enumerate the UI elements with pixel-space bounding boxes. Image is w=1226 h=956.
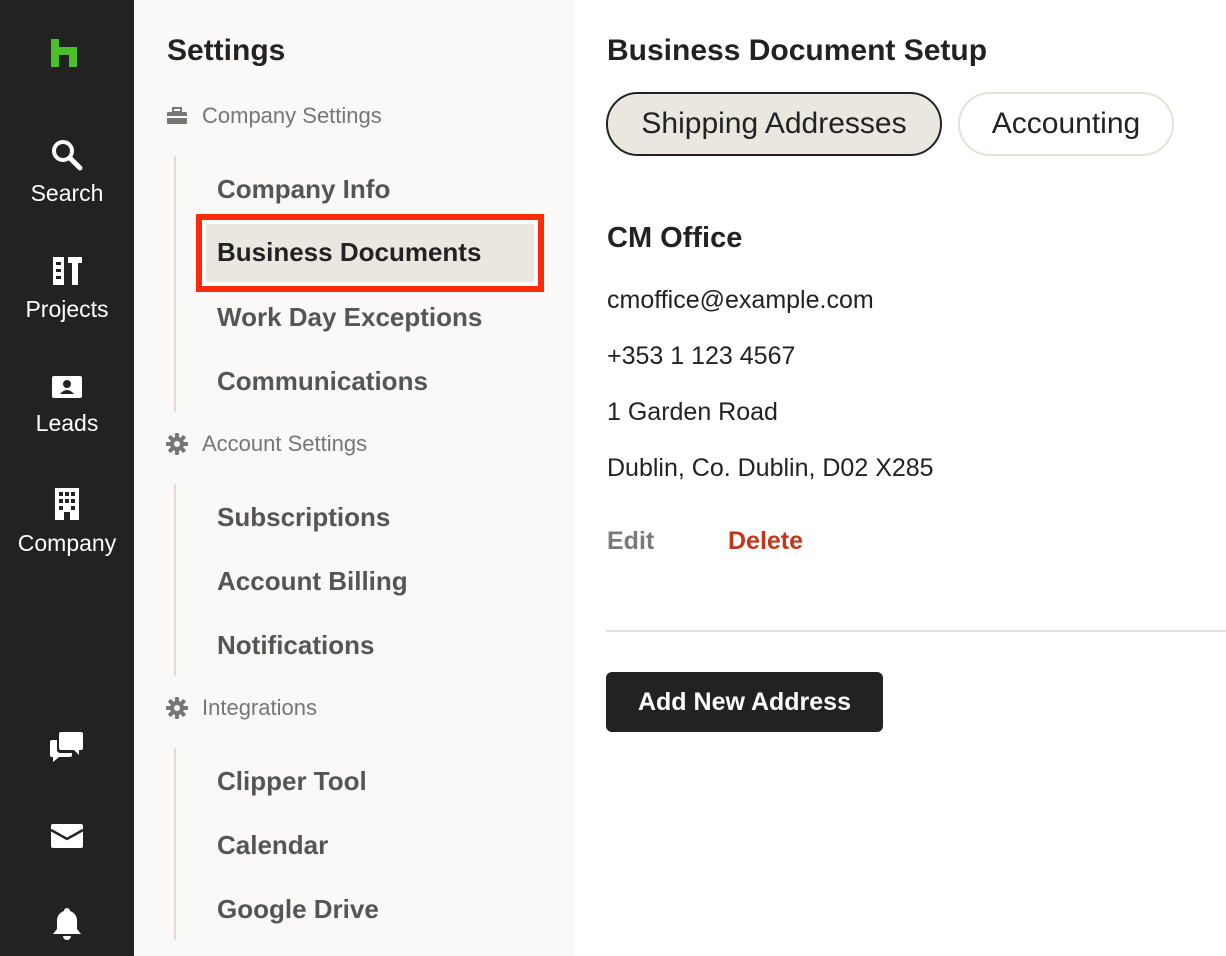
page-title: Business Document Setup: [607, 34, 988, 67]
address-city: Dublin, Co. Dublin, D02 X285: [607, 454, 934, 482]
nav-google-drive[interactable]: Google Drive: [217, 893, 379, 925]
rail-item-projects[interactable]: Projects: [0, 254, 134, 323]
rail-item-leads[interactable]: Leads: [0, 372, 134, 437]
nav-business-documents[interactable]: Business Documents: [196, 214, 544, 292]
section-label: Company Settings: [202, 103, 382, 128]
nav-company-info[interactable]: Company Info: [217, 173, 390, 205]
rail-label-projects: Projects: [25, 296, 109, 322]
rail-item-notifications[interactable]: [0, 906, 134, 947]
nav-business-documents-label: Business Documents: [217, 237, 482, 267]
settings-sidebar: Settings Company Settings Company Info B…: [134, 0, 575, 956]
nav-clipper-tool[interactable]: Clipper Tool: [217, 765, 367, 797]
houzz-logo-icon[interactable]: [48, 36, 80, 70]
chat-icon: [50, 732, 83, 762]
delete-address-link[interactable]: Delete: [728, 527, 803, 556]
gear-icon: [166, 697, 188, 719]
nav-subscriptions[interactable]: Subscriptions: [217, 501, 390, 533]
projects-icon: [53, 257, 82, 285]
briefcase-icon: [167, 107, 187, 124]
nav-calendar[interactable]: Calendar: [217, 829, 328, 861]
edit-address-link[interactable]: Edit: [607, 527, 654, 556]
address-street: 1 Garden Road: [607, 398, 778, 426]
leads-icon: [52, 376, 82, 398]
section-divider-line: [174, 484, 176, 676]
tab-accounting[interactable]: Accounting: [958, 92, 1174, 156]
section-label: Integrations: [202, 695, 317, 720]
app-rail: Search Projects Leads Company: [0, 0, 134, 956]
address-name: CM Office: [607, 222, 743, 254]
rail-item-inbox[interactable]: [0, 822, 134, 855]
address-email: cmoffice@example.com: [607, 286, 874, 314]
rail-item-search[interactable]: Search: [0, 138, 134, 207]
bell-icon: [53, 908, 81, 940]
gear-icon: [166, 433, 188, 455]
rail-item-chat[interactable]: [0, 730, 134, 769]
inbox-icon: [50, 824, 84, 848]
section-label: Account Settings: [202, 431, 368, 456]
address-phone: +353 1 123 4567: [607, 342, 796, 370]
section-integrations: Integrations: [166, 693, 317, 723]
content-divider: [606, 630, 1226, 632]
section-account-settings: Account Settings: [166, 429, 367, 459]
main-content: Business Document Setup Shipping Address…: [575, 0, 1226, 956]
rail-item-company[interactable]: Company: [0, 486, 134, 557]
rail-label-company: Company: [17, 530, 117, 556]
search-icon: [52, 140, 83, 171]
rail-label-search: Search: [30, 180, 104, 206]
nav-account-billing[interactable]: Account Billing: [217, 565, 408, 597]
settings-title: Settings: [167, 34, 286, 67]
nav-notifications[interactable]: Notifications: [217, 629, 374, 661]
section-company-settings: Company Settings: [166, 101, 382, 131]
section-divider-line: [174, 748, 176, 940]
nav-work-day-exceptions[interactable]: Work Day Exceptions: [217, 301, 482, 333]
section-divider-line: [174, 156, 176, 412]
tab-shipping-addresses[interactable]: Shipping Addresses: [606, 92, 942, 156]
rail-label-leads: Leads: [35, 410, 99, 436]
nav-communications[interactable]: Communications: [217, 365, 428, 397]
add-new-address-button[interactable]: Add New Address: [606, 672, 883, 732]
company-icon: [55, 488, 79, 520]
